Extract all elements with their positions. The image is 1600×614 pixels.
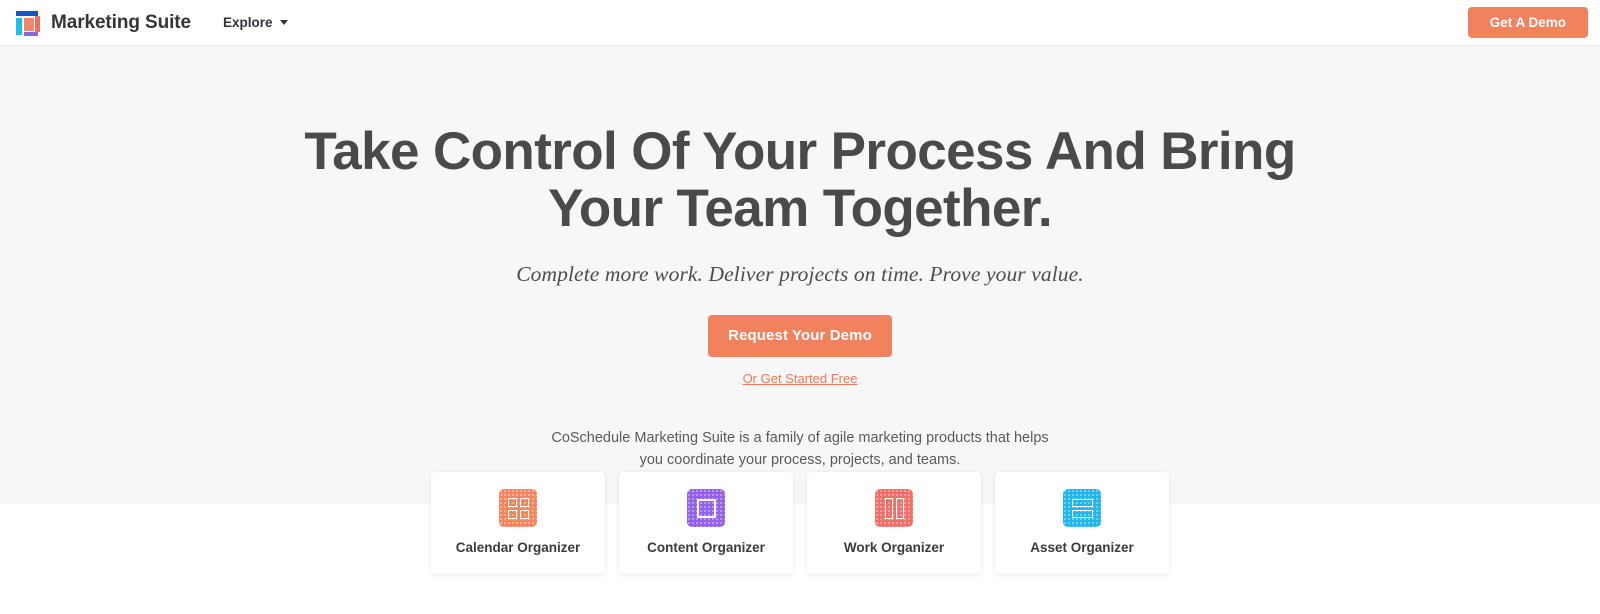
hero-content: Take Control Of Your Process And Bring Y… bbox=[0, 122, 1600, 472]
work-columns-icon bbox=[875, 489, 913, 527]
hero-cta-group: Request Your Demo Or Get Started Free bbox=[0, 315, 1600, 388]
product-card-calendar-organizer[interactable]: Calendar Organizer bbox=[431, 472, 605, 574]
product-card-list: Calendar Organizer Content Organizer Wor… bbox=[0, 472, 1600, 574]
product-card-content-organizer[interactable]: Content Organizer bbox=[619, 472, 793, 574]
main-nav: Explore bbox=[221, 11, 290, 34]
hero-subheadline: Complete more work. Deliver projects on … bbox=[516, 262, 1084, 287]
product-card-label: Asset Organizer bbox=[1030, 540, 1134, 555]
brand-name: Marketing Suite bbox=[51, 11, 191, 33]
page-title: Take Control Of Your Process And Bring Y… bbox=[0, 122, 1600, 238]
product-card-label: Work Organizer bbox=[843, 540, 945, 555]
product-card-label: Calendar Organizer bbox=[455, 540, 581, 555]
chevron-down-icon bbox=[279, 20, 288, 25]
get-a-demo-button[interactable]: Get A Demo bbox=[1467, 7, 1588, 38]
hero-description: CoSchedule Marketing Suite is a family o… bbox=[551, 430, 1049, 469]
marketing-suite-logo-icon bbox=[12, 8, 42, 38]
brand-logo-link[interactable]: Marketing Suite bbox=[12, 8, 191, 38]
hero-section: Take Control Of Your Process And Bring Y… bbox=[0, 46, 1600, 504]
nav-item-explore-label: Explore bbox=[222, 15, 273, 30]
asset-rows-icon bbox=[1063, 489, 1101, 527]
request-demo-button[interactable]: Request Your Demo bbox=[708, 315, 892, 358]
calendar-grid-icon bbox=[499, 489, 537, 527]
landing-page: Marketing Suite Explore Get A Demo Take … bbox=[0, 0, 1600, 614]
nav-item-explore[interactable]: Explore bbox=[221, 11, 290, 34]
content-square-icon bbox=[687, 489, 725, 527]
get-started-free-link[interactable]: Or Get Started Free bbox=[743, 371, 858, 386]
headline-line-2: Your Team Together. bbox=[548, 178, 1053, 238]
product-card-asset-organizer[interactable]: Asset Organizer bbox=[995, 472, 1169, 574]
site-header: Marketing Suite Explore Get A Demo bbox=[0, 0, 1600, 46]
product-card-work-organizer[interactable]: Work Organizer bbox=[807, 472, 981, 574]
headline-line-1: Take Control Of Your Process And Bring bbox=[304, 122, 1296, 181]
product-card-label: Content Organizer bbox=[647, 540, 765, 555]
